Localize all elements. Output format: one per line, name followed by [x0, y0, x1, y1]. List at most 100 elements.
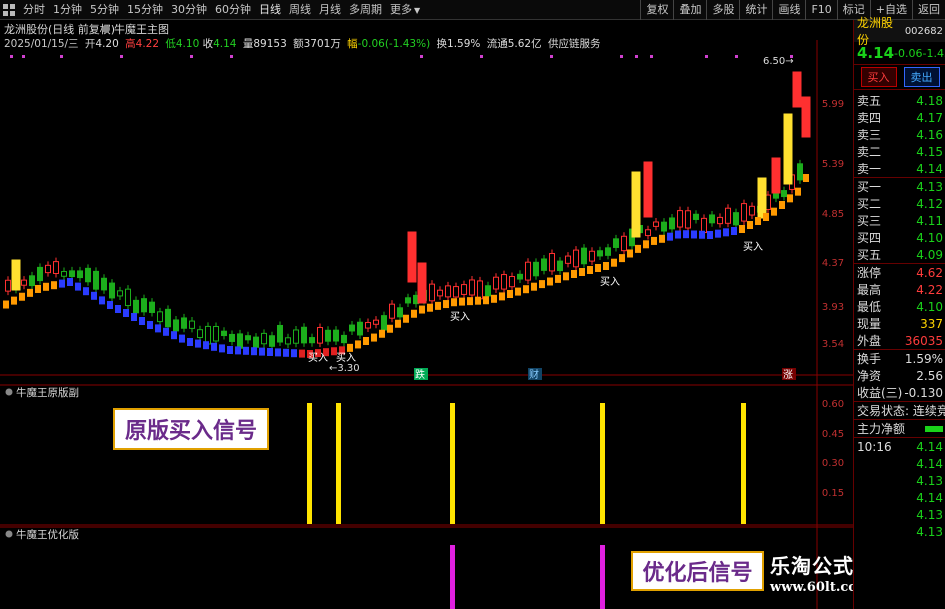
event-tag-fall[interactable]: 跌	[415, 368, 425, 381]
candle-body	[101, 277, 107, 291]
ask-row[interactable]: 卖四 4.17	[854, 109, 945, 126]
candle-body	[29, 275, 35, 287]
candle-body	[517, 273, 523, 280]
event-tag-rise[interactable]: 涨	[783, 369, 793, 381]
settings-dot-icon[interactable]	[5, 530, 13, 538]
bid-row[interactable]: 买四 4.10	[854, 229, 945, 246]
tab-15min[interactable]: 15分钟	[123, 0, 167, 20]
bid-label: 买五	[857, 248, 882, 262]
candle-body	[437, 289, 443, 297]
tab-60min[interactable]: 60分钟	[211, 0, 255, 20]
amount-value: 3701万	[304, 38, 341, 50]
settings-dot-icon[interactable]	[102, 25, 110, 33]
bid-label: 买三	[857, 214, 882, 228]
candle-body	[197, 329, 203, 338]
tab-daily[interactable]: 日线	[255, 0, 285, 20]
band-segment	[219, 344, 225, 353]
band-segment	[235, 346, 241, 355]
grid-menu-icon[interactable]	[3, 3, 16, 17]
stat-label: 最高	[857, 283, 882, 297]
signal-bar	[450, 545, 455, 609]
signal-dot	[480, 55, 483, 58]
signal-dot	[550, 55, 553, 58]
ask-row[interactable]: 卖三 4.16	[854, 126, 945, 143]
sector-text: 供应链服务	[548, 37, 601, 50]
optimized-signal-annotation: 优化后信号	[631, 551, 764, 591]
band-segment	[787, 194, 793, 203]
band-segment	[651, 236, 657, 245]
candle-body	[669, 217, 675, 230]
candle-body	[285, 337, 291, 345]
overlay-button[interactable]: 叠加	[673, 0, 706, 20]
candle-body	[389, 303, 395, 319]
tab-multi-period[interactable]: 多周期	[345, 0, 386, 20]
band-segment	[411, 309, 417, 318]
candle-body	[293, 329, 299, 344]
kline-chart-svg[interactable]: 龙洲股份(日线 前复权) 牛魔王主图 2025/01/15/三 开4.20 高4…	[0, 20, 853, 609]
band-segment	[587, 266, 593, 274]
ask-row[interactable]: 卖一 4.14	[854, 160, 945, 177]
candle-body	[725, 207, 731, 224]
band-segment	[803, 174, 809, 182]
stock-title: 龙洲股份(日线 前复权)	[4, 22, 115, 36]
tab-monthly[interactable]: 月线	[315, 0, 345, 20]
event-tag-finance[interactable]: 财	[529, 368, 539, 381]
bid-row[interactable]: 买一 4.13	[854, 178, 945, 195]
tab-1min[interactable]: 1分钟	[49, 0, 86, 20]
band-segment	[59, 279, 65, 288]
price-change: -0.06	[894, 46, 923, 60]
band-segment	[251, 347, 257, 356]
tab-fenshi[interactable]: 分时	[19, 0, 49, 20]
buy-button[interactable]: 买入	[860, 67, 897, 87]
candle-body	[69, 270, 75, 278]
band-segment	[3, 300, 9, 309]
tab-weekly[interactable]: 周线	[285, 0, 315, 20]
band-segment	[291, 349, 297, 358]
band-segment	[699, 230, 705, 239]
price-tick: 3.54	[822, 339, 844, 350]
band-segment	[347, 343, 353, 352]
bid-row[interactable]: 买五 4.09	[854, 246, 945, 263]
stat-label: 现量	[857, 317, 882, 331]
main-net-row[interactable]: 主力净额	[854, 420, 945, 437]
ask-row[interactable]: 卖二 4.15	[854, 143, 945, 160]
stat-label: 收益(三)	[857, 386, 903, 400]
band-segment	[563, 272, 569, 281]
turnover-value: 1.59%	[447, 38, 480, 50]
band-segment	[683, 230, 689, 239]
tab-5min[interactable]: 5分钟	[86, 0, 123, 20]
band-segment	[419, 305, 425, 314]
stats2-list: 换手 1.59% 净资 2.56 收益(三) -0.130	[854, 350, 945, 401]
tab-more[interactable]: 更多 ▼	[386, 0, 424, 20]
band-segment	[611, 258, 617, 267]
open-label: 开	[85, 38, 96, 50]
bid-price: 4.10	[916, 230, 943, 245]
price-change-pct: -1.43	[922, 46, 945, 60]
sub1-axis: 0.60 0.45 0.30 0.15	[822, 399, 844, 499]
band-segment	[43, 282, 49, 291]
band-segment	[795, 187, 801, 196]
draw-line-button[interactable]: 画线	[772, 0, 805, 20]
bid-row[interactable]: 买三 4.11	[854, 212, 945, 229]
multi-stock-button[interactable]: 多股	[706, 0, 739, 20]
f10-button[interactable]: F10	[805, 0, 836, 20]
fuquan-button[interactable]: 复权	[640, 0, 673, 20]
chart-area[interactable]: 龙洲股份(日线 前复权) 牛魔王主图 2025/01/15/三 开4.20 高4…	[0, 20, 853, 609]
float-label: 流通	[487, 37, 508, 50]
chevron-down-icon: ▼	[414, 6, 421, 15]
band-segment	[691, 230, 697, 239]
band-segment	[499, 292, 505, 301]
sub1-tick: 0.30	[822, 458, 844, 469]
price-tick: 5.99	[822, 99, 844, 110]
tab-30min[interactable]: 30分钟	[167, 0, 211, 20]
ask-row[interactable]: 卖五 4.18	[854, 92, 945, 109]
settings-dot-icon[interactable]	[5, 388, 13, 396]
statistics-button[interactable]: 统计	[739, 0, 772, 20]
back-button[interactable]: 返回	[912, 0, 945, 20]
bid-row[interactable]: 买二 4.12	[854, 195, 945, 212]
candle-body	[509, 276, 515, 288]
candle-body	[397, 307, 403, 318]
band-segment	[19, 292, 25, 301]
sell-button[interactable]: 卖出	[903, 67, 940, 87]
tick-row: 4.13	[854, 506, 945, 523]
